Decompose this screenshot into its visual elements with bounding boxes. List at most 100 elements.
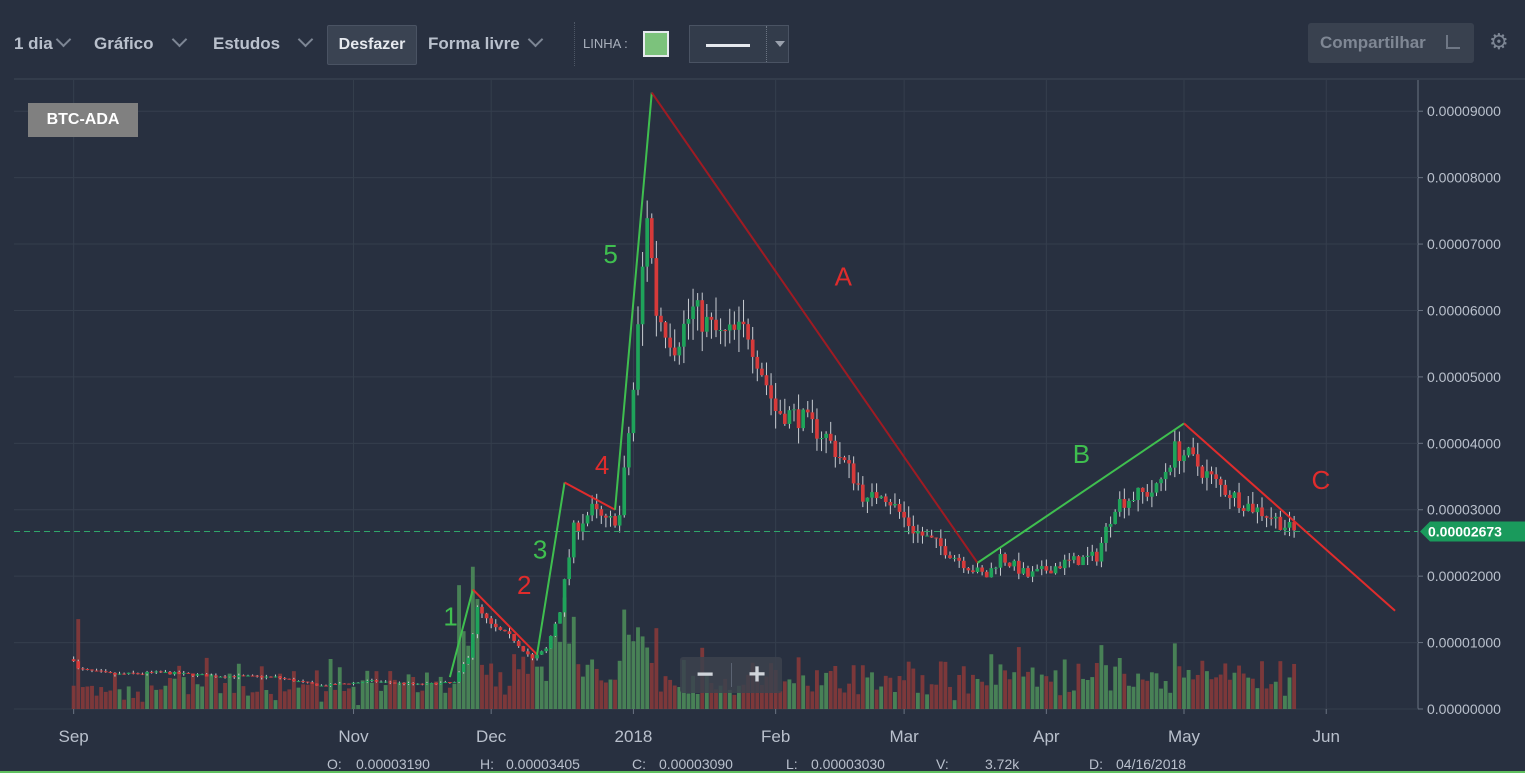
candle-body bbox=[80, 668, 85, 670]
candle-body bbox=[126, 672, 131, 674]
volume-bar bbox=[287, 689, 292, 709]
candle-body bbox=[645, 218, 650, 267]
candle-body bbox=[282, 678, 287, 680]
candle-body bbox=[581, 523, 585, 532]
candle-body bbox=[980, 567, 984, 572]
candle-body bbox=[815, 419, 819, 439]
candle-body bbox=[1016, 560, 1021, 574]
zoom-out-button[interactable]: − bbox=[680, 657, 730, 693]
volume-bar bbox=[241, 686, 246, 709]
candle-body bbox=[163, 671, 168, 673]
volume-bar bbox=[1292, 663, 1297, 709]
candle-body bbox=[158, 671, 163, 673]
volume-bar bbox=[815, 670, 819, 709]
volume-bar bbox=[516, 669, 521, 709]
volume-bar bbox=[837, 688, 842, 709]
candle-body bbox=[232, 676, 237, 678]
candle-body bbox=[90, 669, 94, 671]
candle-body bbox=[1035, 569, 1040, 572]
volume-bar bbox=[480, 664, 484, 709]
candle-body bbox=[1062, 559, 1067, 569]
volume-bar bbox=[1117, 658, 1122, 709]
volume-bar bbox=[452, 683, 457, 709]
volume-bar bbox=[374, 671, 379, 709]
volume-bar bbox=[961, 666, 966, 709]
volume-bar bbox=[503, 694, 507, 709]
volume-bar bbox=[571, 616, 576, 709]
candle-body bbox=[952, 557, 957, 559]
candle-body bbox=[1131, 500, 1136, 502]
volume-bar bbox=[1127, 685, 1131, 709]
candle-body bbox=[516, 640, 521, 647]
volume-bar bbox=[204, 657, 209, 709]
candle-body bbox=[1195, 454, 1200, 467]
volume-bar bbox=[1145, 680, 1150, 709]
candle-body bbox=[640, 266, 645, 325]
candle-body bbox=[186, 672, 191, 674]
candle-body bbox=[310, 682, 315, 684]
candle-body bbox=[1058, 566, 1062, 569]
date-label: D: bbox=[1089, 756, 1103, 772]
volume-bar bbox=[603, 682, 608, 709]
volume-bar bbox=[337, 667, 342, 709]
candle-body bbox=[971, 570, 975, 573]
volume-bar bbox=[975, 678, 980, 709]
candle-body bbox=[1278, 516, 1283, 530]
candle-body bbox=[608, 516, 613, 518]
y-tick-label: 0.00006000 bbox=[1427, 302, 1501, 318]
volume-bar bbox=[1053, 670, 1058, 709]
volume-bar bbox=[1195, 674, 1200, 709]
volume-bar bbox=[402, 682, 406, 709]
candle-body bbox=[200, 674, 204, 676]
candle-body bbox=[314, 683, 319, 686]
candle-body bbox=[296, 681, 301, 683]
volume-bar bbox=[883, 675, 888, 709]
volume-bar bbox=[925, 694, 929, 709]
volume-bar bbox=[163, 685, 168, 709]
volume-bar bbox=[314, 670, 319, 709]
candle-body bbox=[998, 554, 1003, 568]
volume-bar bbox=[80, 687, 85, 709]
volume-bar bbox=[333, 689, 338, 709]
volume-bar bbox=[1012, 672, 1017, 709]
candle-body bbox=[741, 321, 746, 325]
candle-body bbox=[1264, 516, 1269, 518]
volume-bar bbox=[1122, 673, 1127, 709]
candle-body bbox=[489, 618, 494, 624]
candle-body bbox=[278, 676, 282, 679]
candle-body bbox=[842, 457, 847, 461]
volume-bar bbox=[154, 689, 159, 709]
candle-body bbox=[168, 671, 172, 675]
candle-body bbox=[241, 675, 246, 677]
volume-bar bbox=[447, 687, 452, 709]
candle-body bbox=[659, 315, 663, 323]
candle-body bbox=[792, 409, 796, 411]
volume-bar bbox=[525, 673, 530, 709]
y-tick-label: 0.00009000 bbox=[1427, 103, 1501, 119]
candle-body bbox=[1209, 471, 1214, 475]
volume-bar bbox=[213, 676, 218, 709]
zoom-in-button[interactable]: + bbox=[732, 657, 782, 693]
candle-body bbox=[406, 682, 411, 685]
volume-bar bbox=[347, 688, 351, 709]
candle-body bbox=[622, 467, 627, 516]
candle-body bbox=[1108, 523, 1113, 527]
volume-bar bbox=[1016, 647, 1021, 709]
volume-bar bbox=[1209, 679, 1214, 709]
candle-body bbox=[154, 671, 159, 673]
volume-bar bbox=[608, 679, 613, 709]
volume-bar bbox=[915, 692, 920, 709]
candle-body bbox=[1117, 499, 1122, 512]
candle-body bbox=[553, 623, 558, 636]
candle-body bbox=[626, 433, 631, 468]
candle-body bbox=[631, 389, 636, 434]
volume-bar bbox=[1168, 692, 1173, 709]
candle-body bbox=[223, 676, 227, 678]
volume-bar bbox=[902, 680, 907, 709]
candle-body bbox=[961, 560, 966, 569]
volume-bar bbox=[420, 690, 425, 709]
pair-badge: BTC-ADA bbox=[28, 103, 138, 137]
volume-bar bbox=[434, 681, 439, 709]
candle-body bbox=[686, 319, 691, 324]
candle-body bbox=[663, 322, 668, 338]
